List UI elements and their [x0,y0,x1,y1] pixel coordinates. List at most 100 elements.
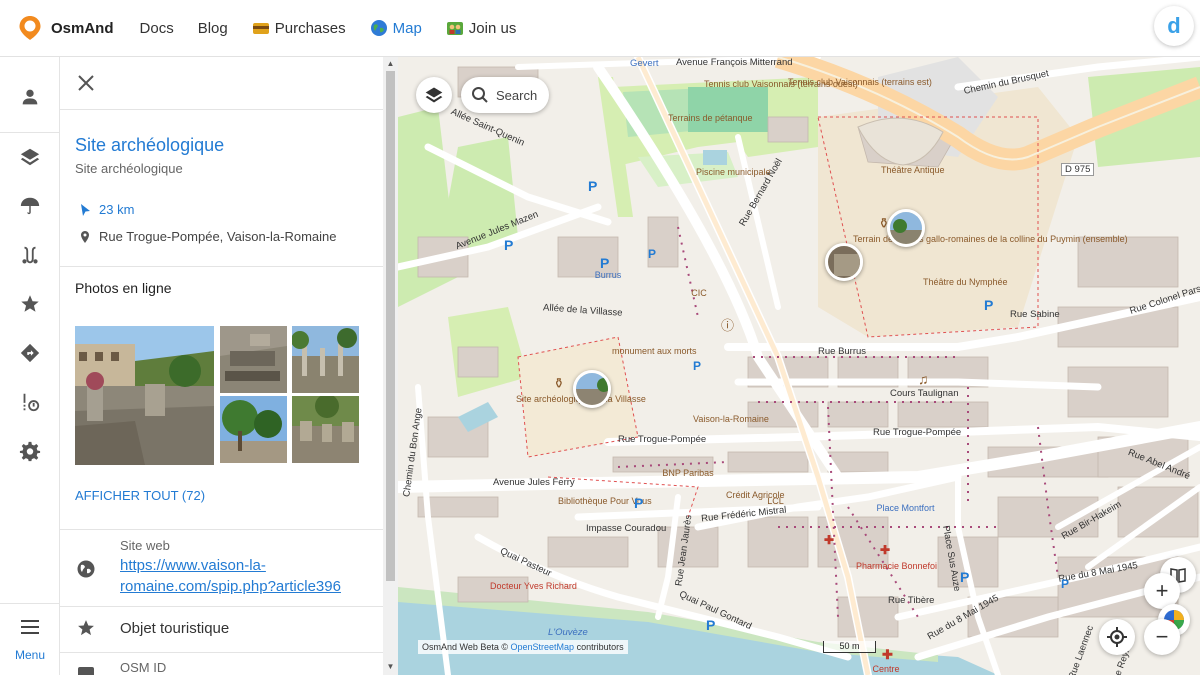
street-label: Avenue François Mitterrand [676,57,793,68]
navigation-button[interactable] [12,335,48,371]
map-search-label: Search [496,87,538,103]
street-label: Rue Trogue-Pompée [873,427,962,438]
poi-label: Piscine municipale [696,167,771,177]
poi-label: monument aux morts [612,346,697,356]
nav-join-us-label: Join us [468,19,517,37]
weather-button[interactable] [12,188,48,224]
street-label: Rue Burrus [818,346,867,357]
photo-thumb-1[interactable] [220,326,287,393]
poi-label: Théâtre du Nymphée [923,277,1008,287]
attribution-prefix: OsmAnd Web Beta © [422,642,509,652]
map-view[interactable]: Avenue François Mitterrand Chemin du Bru… [398,57,1200,675]
avatar-letter: d [1167,13,1181,38]
layers-button[interactable] [12,139,48,175]
left-tool-rail: Menu [0,57,60,675]
map-attribution: OsmAnd Web Beta © OpenStreetMap contribu… [418,640,628,654]
parking-icon: P [984,297,994,313]
map-scale-bar: 50 m [823,641,876,653]
settings-button[interactable] [12,433,48,469]
hamburger-menu-icon [21,620,39,634]
ruins-photo-image [75,326,214,465]
photo-thumb-4[interactable] [292,396,359,463]
panel-scrollbar[interactable]: ▲ ▼ [383,57,398,675]
people-icon [446,22,463,35]
scroll-down-arrow-icon[interactable]: ▼ [386,663,395,671]
attribution-suffix: contributors [576,642,624,652]
openstreetmap-link[interactable]: OpenStreetMap [511,642,575,652]
map-search-button[interactable]: Search [461,77,549,113]
photo-thumb-3[interactable] [220,396,287,463]
osmand-brand-link[interactable]: OsmAnd [18,15,114,41]
osm-id-icon [78,667,94,675]
distance-row: 23 km [78,202,134,217]
address-row: Rue Trogue-Pompée, Vaison-la-Romaine [78,229,337,244]
photo-thumb-2[interactable] [292,326,359,393]
poi-label: Tennis club Vaisonnais (terrains est) [788,77,932,87]
doctor-label: Docteur Yves Richard [490,581,577,591]
parking-icon: P [504,237,514,253]
layers-icon [425,87,443,103]
scroll-up-arrow-icon[interactable]: ▲ [386,60,395,68]
online-photos-heading: Photos en ligne [75,280,172,296]
river-label: L'Ouvèze [548,627,588,638]
street-label: Rue Trogue-Pompée [618,434,707,445]
place-label: Gevert [630,58,659,69]
address-text: Rue Trogue-Pompée, Vaison-la-Romaine [99,229,337,244]
nav-blog-link[interactable]: Blog [198,20,228,37]
street-label: Avenue Jules Ferry [493,477,575,488]
close-icon[interactable] [74,71,98,95]
poi-label: CIC [691,288,707,298]
track-recording-button[interactable] [12,384,48,420]
favorites-button[interactable] [12,286,48,322]
poi-label: Tennis club Vaisonnais (terrains ouest) [704,79,858,89]
pharmacy-label: Pharmacie Bonnefoi [856,561,938,571]
poi-label: Centre [872,664,900,674]
nav-join-us-link[interactable]: Join us [446,19,517,37]
info-icon: ⓘ [721,318,735,333]
pharmacy-cross-icon: ✚ [824,533,835,547]
route-button[interactable] [12,237,48,273]
photo-marker[interactable] [825,243,863,281]
menu-button[interactable]: Menu [0,617,60,662]
my-location-button[interactable] [1099,619,1135,655]
map-layers-button[interactable] [416,77,452,113]
nav-blog-label: Blog [197,19,228,37]
osm-id-row: OSM ID [60,652,383,675]
poi-label: Terrains de pétanque [668,113,753,123]
nav-purchases-label: Purchases [274,19,346,37]
ruins-photo-image [220,396,287,463]
osmand-logo-icon [19,16,41,40]
poi-subtitle: Site archéologique [75,161,183,176]
nav-map-link[interactable]: Map [370,19,422,37]
photo-marker[interactable] [887,209,925,247]
photo-main[interactable] [75,326,214,465]
profile-button[interactable] [12,79,48,115]
brand-name: OsmAnd [51,19,114,37]
street-label: Rue Tibère [888,595,935,606]
navigation-icon [20,343,40,363]
layers-icon [20,148,40,166]
scroll-thumb[interactable] [386,71,395,581]
direction-arrow-icon [81,203,90,216]
photo-marker[interactable] [573,370,611,408]
website-label: Site web [120,538,170,553]
menu-label: Menu [14,648,46,662]
scale-label: 50 m [839,641,860,651]
nav-docs-link[interactable]: Docs [140,20,174,37]
archaeology-vase-icon: ⚱ [553,375,565,391]
user-avatar-button[interactable]: d [1154,6,1194,46]
zoom-out-button[interactable]: − [1144,619,1180,655]
nav-purchases-link[interactable]: Purchases [252,19,346,37]
show-all-photos-button[interactable]: AFFICHER TOUT (72) [75,488,205,503]
parking-icon: P [1061,577,1070,591]
square-label: Place Montfort [876,503,935,513]
parking-icon: P [634,495,644,511]
top-navigation-bar: OsmAnd Docs Blog Purchases Map Join us d [0,0,1200,57]
parking-icon: P [706,617,716,633]
website-link[interactable]: https://www.vaison-la-romaine.com/spip.p… [120,555,365,597]
ruins-photo-image [292,396,359,463]
medical-icon: ✚ [882,647,893,662]
poi-label: Théâtre Antique [881,165,945,175]
poi-label: LCL [767,496,784,506]
parking-icon: P [960,569,970,585]
